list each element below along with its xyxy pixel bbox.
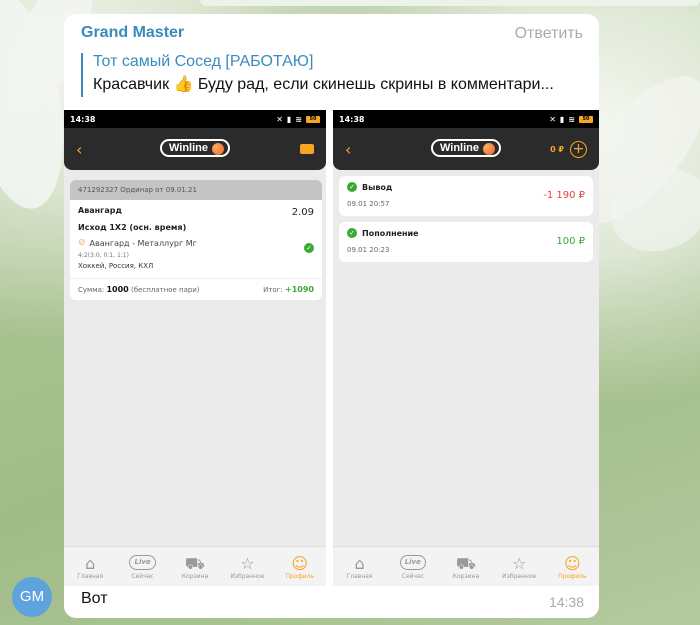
tab-favorites[interactable]: ☆ Избранное <box>494 554 544 580</box>
balance-value: 0 ₽ <box>550 144 564 154</box>
bet-odds: 2.09 <box>291 207 314 218</box>
signal-icon: ▮ <box>559 114 565 124</box>
battery-icon: 50 <box>579 115 593 123</box>
bottom-tab-bar: ⌂ Главная Live Сейчас ⛟ Корзина ☆ Избранное … <box>64 546 326 586</box>
tab-label: Профиль <box>558 572 587 580</box>
tab-label: Сейчас <box>401 573 424 580</box>
transaction-withdrawal[interactable]: ✓ Вывод 09.01 20:57 -1 190 ₽ <box>339 176 593 216</box>
balance[interactable]: 0 ₽ + <box>550 140 587 158</box>
person-icon: ☺ <box>564 553 581 573</box>
live-icon: Live <box>129 555 156 570</box>
screenshot-wallet[interactable]: 14:38 ✕ ▮ ≋ 50 ‹ Winline 0 ₽ + ✓ Вывод 09… <box>333 110 599 586</box>
bet-card[interactable]: 471292327 Ординар от 09.01.21 Авангард 2… <box>70 180 322 300</box>
bottom-tab-bar: ⌂ Главная Live Сейчас ⛟ Корзина ☆ Избранное … <box>333 546 599 586</box>
star-icon: ☆ <box>511 553 527 573</box>
tab-home[interactable]: ⌂ Главная <box>65 554 115 580</box>
result-value: +1090 <box>285 285 314 294</box>
result-label: Итог: <box>263 286 283 294</box>
quote-author: Тот самый Сосед [РАБОТАЮ] <box>93 53 314 70</box>
mute-icon: ✕ <box>549 114 556 124</box>
app-header: ‹ Winline 0 ₽ + <box>333 128 599 170</box>
app-header: ‹ Winline <box>64 128 326 170</box>
star-icon: ☆ <box>240 553 255 573</box>
battery-icon: 50 <box>306 115 320 123</box>
brand-logo: Winline <box>159 139 231 157</box>
sum-value: 1000 <box>106 285 129 294</box>
message-text: Вот <box>81 590 108 607</box>
sum-note: (бесплатное пари) <box>130 286 200 294</box>
tab-cart[interactable]: ⛟ Корзина <box>170 554 220 580</box>
status-bar: 14:38 ✕ ▮ ≋ 50 <box>64 110 326 128</box>
tab-label: Корзина <box>452 572 480 580</box>
bet-score: 4:2(3:0, 0:1, 1:1) <box>78 252 129 259</box>
paperclip-icon: ⊘ <box>78 238 86 248</box>
tx-amount: 100 ₽ <box>556 236 585 247</box>
tab-label: Главная <box>346 572 373 580</box>
back-arrow-icon[interactable]: ‹ <box>345 140 359 159</box>
cart-icon: ⛟ <box>455 553 477 573</box>
previous-message-edge <box>200 0 700 6</box>
bet-outcome: Исход 1Х2 (осн. время) <box>78 223 187 232</box>
tab-label: Корзина <box>181 572 209 580</box>
bet-league: Хоккей, Россия, КХЛ <box>78 262 154 270</box>
tab-live[interactable]: Live Сейчас <box>388 553 438 580</box>
sender-avatar[interactable]: GM <box>12 577 52 617</box>
screenshot-bet-history[interactable]: 14:38 ✕ ▮ ≋ 50 ‹ Winline 471292327 Ордин… <box>64 110 326 586</box>
check-icon: ✓ <box>347 228 357 238</box>
mute-icon: ✕ <box>276 114 283 124</box>
plus-icon[interactable]: + <box>570 140 587 158</box>
bet-footer: Сумма: 1000 (бесплатное пари) Итог: +109… <box>70 278 322 300</box>
status-time: 14:38 <box>339 114 365 124</box>
message-bubble[interactable]: Grand Master Ответить Тот самый Сосед [Р… <box>64 14 599 618</box>
signal-icon: ▮ <box>286 114 292 124</box>
tab-label: Профиль <box>285 572 314 580</box>
transaction-deposit[interactable]: ✓ Пополнение 09.01 20:23 100 ₽ <box>339 222 593 262</box>
tab-favorites[interactable]: ☆ Избранное <box>222 554 272 580</box>
tx-title: Пополнение <box>362 228 419 238</box>
wifi-icon: ≋ <box>568 114 575 124</box>
tab-profile[interactable]: ☺ Профиль <box>275 554 325 580</box>
tab-label: Сейчас <box>131 573 154 580</box>
quoted-message[interactable]: Тот самый Сосед [РАБОТАЮ] Красавчик 👍 Бу… <box>81 53 581 97</box>
quote-text: Красавчик 👍 Буду рад, если скинешь скрин… <box>93 76 554 93</box>
tab-label: Избранное <box>230 572 265 580</box>
home-icon: ⌂ <box>85 553 96 573</box>
tab-home[interactable]: ⌂ Главная <box>335 554 385 580</box>
bet-header: 471292327 Ординар от 09.01.21 <box>70 180 322 200</box>
wifi-icon: ≋ <box>295 114 302 124</box>
tab-label: Избранное <box>502 572 537 580</box>
reply-button[interactable]: Ответить <box>515 25 583 43</box>
message-time: 14:38 <box>548 594 584 610</box>
cart-icon: ⛟ <box>184 553 206 573</box>
tx-amount: -1 190 ₽ <box>543 190 585 201</box>
tx-title: Вывод <box>362 182 393 192</box>
live-icon: Live <box>399 555 426 570</box>
wallet-icon[interactable] <box>300 144 314 154</box>
sender-name[interactable]: Grand Master <box>81 24 184 42</box>
won-check-icon: ✓ <box>304 243 314 253</box>
back-arrow-icon[interactable]: ‹ <box>76 140 90 159</box>
status-bar: 14:38 ✕ ▮ ≋ 50 <box>333 110 599 128</box>
brand-logo: Winline <box>430 139 502 157</box>
bet-team: Авангард <box>78 206 122 215</box>
home-icon: ⌂ <box>354 553 365 573</box>
bet-match: Авангард - Металлург Мг <box>89 238 197 248</box>
tx-date: 09.01 20:23 <box>347 246 390 254</box>
status-time: 14:38 <box>70 114 96 124</box>
check-icon: ✓ <box>347 182 357 192</box>
tab-label: Главная <box>77 572 104 580</box>
tab-live[interactable]: Live Сейчас <box>118 553 168 580</box>
sum-label: Сумма: <box>78 286 105 294</box>
tab-cart[interactable]: ⛟ Корзина <box>441 554 491 580</box>
person-icon: ☺ <box>291 553 309 573</box>
tx-date: 09.01 20:57 <box>347 200 390 208</box>
tab-profile[interactable]: ☺ Профиль <box>547 554 597 580</box>
